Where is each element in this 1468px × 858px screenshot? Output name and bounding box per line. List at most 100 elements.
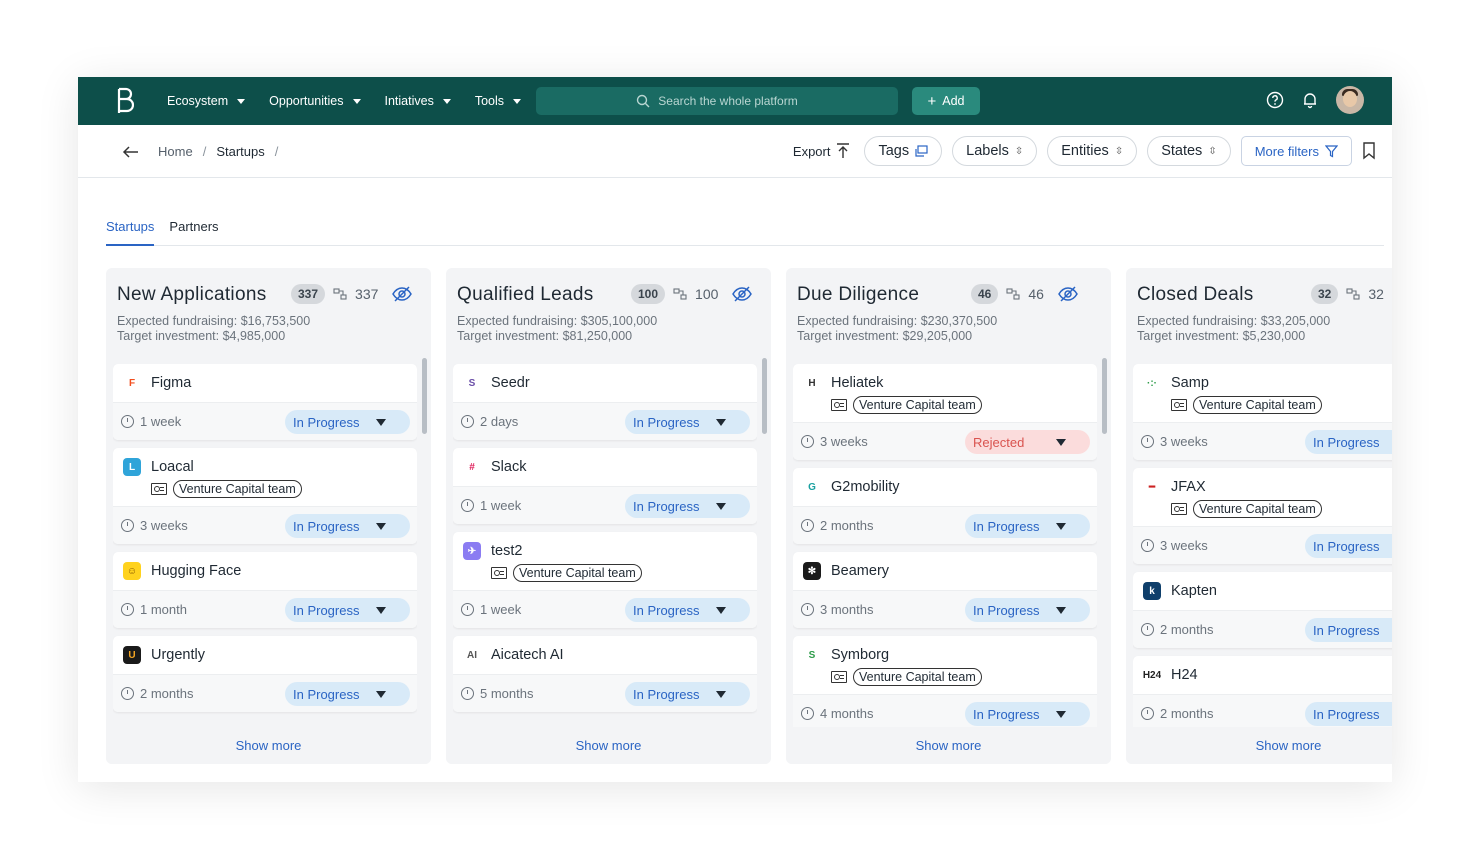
- startup-card[interactable]: G G2mobility 2 months In Progress: [793, 468, 1097, 544]
- status-dropdown[interactable]: In Progress: [1305, 430, 1392, 454]
- brand-logo-icon[interactable]: [116, 87, 135, 115]
- company-name[interactable]: JFAX: [1171, 479, 1206, 495]
- column-scrollbar[interactable]: [762, 358, 767, 434]
- column-scrollbar[interactable]: [422, 358, 427, 434]
- clock-icon: [1141, 623, 1154, 636]
- chevron-down-icon: [513, 98, 522, 104]
- team-tag[interactable]: Venture Capital team: [513, 564, 642, 582]
- nav-opportunities[interactable]: Opportunities: [269, 94, 361, 108]
- status-dropdown[interactable]: In Progress: [285, 682, 410, 706]
- team-tag[interactable]: Venture Capital team: [853, 396, 982, 414]
- status-dropdown[interactable]: In Progress: [965, 514, 1090, 538]
- hidden-eye-icon[interactable]: [1058, 286, 1078, 302]
- duration: 2 months: [820, 518, 874, 533]
- startup-card[interactable]: L Loacal Venture Capital team 3 weeks In Pro…: [113, 448, 417, 544]
- count-badge: 32: [1311, 284, 1339, 304]
- team-tag[interactable]: Venture Capital team: [1193, 396, 1322, 414]
- column-title: Due Diligence: [797, 284, 920, 305]
- company-name[interactable]: Hugging Face: [151, 563, 241, 579]
- status-dropdown[interactable]: In Progress: [625, 494, 750, 518]
- company-name[interactable]: H24: [1171, 667, 1198, 683]
- company-name[interactable]: Beamery: [831, 563, 889, 579]
- hidden-eye-icon[interactable]: [392, 286, 413, 302]
- hidden-eye-icon[interactable]: [732, 286, 753, 302]
- breadcrumb-home[interactable]: Home: [158, 144, 193, 159]
- status-dropdown[interactable]: In Progress: [1305, 534, 1392, 558]
- status-dropdown[interactable]: In Progress: [965, 702, 1090, 726]
- startup-card[interactable]: ━ JFAX Venture Capital team 3 weeks In Progr…: [1133, 468, 1392, 564]
- help-icon[interactable]: [1266, 91, 1284, 109]
- team-tag[interactable]: Venture Capital team: [1193, 500, 1322, 518]
- startup-card[interactable]: S Symborg Venture Capital team 4 months In P…: [793, 636, 1097, 727]
- tab-bar: Startups Partners: [106, 210, 1384, 246]
- company-name[interactable]: Seedr: [491, 375, 530, 391]
- startup-card[interactable]: U Urgently 2 months In Progress: [113, 636, 417, 712]
- card-header: AI Aicatech AI: [453, 636, 757, 674]
- startup-card[interactable]: F Figma 1 week In Progress: [113, 364, 417, 440]
- startup-card[interactable]: AI Aicatech AI 5 months In Progress: [453, 636, 757, 712]
- card-footer: 1 month In Progress: [113, 590, 417, 628]
- company-name[interactable]: Figma: [151, 375, 191, 391]
- startup-card[interactable]: # Slack 1 week In Progress: [453, 448, 757, 524]
- company-name[interactable]: Urgently: [151, 647, 205, 663]
- labels-filter[interactable]: Labels ⇳: [952, 136, 1038, 166]
- company-logo-icon: AI: [463, 646, 481, 664]
- show-more-button[interactable]: Show more: [786, 727, 1111, 764]
- status-dropdown[interactable]: In Progress: [625, 682, 750, 706]
- team-tag[interactable]: Venture Capital team: [173, 480, 302, 498]
- bell-icon[interactable]: [1301, 91, 1319, 109]
- status-dropdown[interactable]: Rejected: [965, 430, 1090, 454]
- company-name[interactable]: Slack: [491, 459, 526, 475]
- count-badge: 100: [631, 284, 666, 304]
- company-name[interactable]: test2: [491, 543, 522, 559]
- breadcrumb-current[interactable]: Startups: [216, 144, 264, 159]
- company-logo-icon: ━: [1143, 478, 1161, 496]
- team-row: Venture Capital team: [793, 394, 1097, 416]
- status-dropdown[interactable]: In Progress: [625, 410, 750, 434]
- breadcrumb: Home / Startups /: [122, 125, 278, 178]
- states-filter[interactable]: States ⇳: [1147, 136, 1231, 166]
- startup-card[interactable]: ·:· Samp Venture Capital team 3 weeks In Pro…: [1133, 364, 1392, 460]
- export-button[interactable]: Export: [793, 143, 851, 159]
- nav-initiatives[interactable]: Intiatives: [385, 94, 451, 108]
- company-name[interactable]: Loacal: [151, 459, 194, 475]
- column-scrollbar[interactable]: [1102, 358, 1107, 434]
- nav-tools[interactable]: Tools: [475, 94, 522, 108]
- startup-card[interactable]: H24 H24 2 months In Progress: [1133, 656, 1392, 727]
- status-dropdown[interactable]: In Progress: [285, 598, 410, 622]
- user-avatar[interactable]: [1336, 86, 1364, 114]
- startup-card[interactable]: k Kapten 2 months In Progress: [1133, 572, 1392, 648]
- startup-card[interactable]: ✈ test2 Venture Capital team 1 week In Progr…: [453, 532, 757, 628]
- show-more-button[interactable]: Show more: [106, 727, 431, 764]
- show-more-button[interactable]: Show more: [1126, 727, 1392, 764]
- startup-card[interactable]: ✻ Beamery 3 months In Progress: [793, 552, 1097, 628]
- company-name[interactable]: G2mobility: [831, 479, 900, 495]
- bookmark-icon[interactable]: [1362, 142, 1376, 160]
- nav-ecosystem[interactable]: Ecosystem: [167, 94, 246, 108]
- company-name[interactable]: Heliatek: [831, 375, 883, 391]
- team-tag[interactable]: Venture Capital team: [853, 668, 982, 686]
- status-dropdown[interactable]: In Progress: [1305, 618, 1392, 642]
- status-dropdown[interactable]: In Progress: [1305, 702, 1392, 726]
- tags-filter[interactable]: Tags: [864, 136, 943, 166]
- status-dropdown[interactable]: In Progress: [965, 598, 1090, 622]
- tab-startups[interactable]: Startups: [106, 210, 155, 246]
- company-name[interactable]: Aicatech AI: [491, 647, 564, 663]
- add-button[interactable]: + Add: [912, 87, 980, 115]
- startup-card[interactable]: S Seedr 2 days In Progress: [453, 364, 757, 440]
- status-dropdown[interactable]: In Progress: [285, 410, 410, 434]
- startup-card[interactable]: ☺ Hugging Face 1 month In Progress: [113, 552, 417, 628]
- card-header: G G2mobility: [793, 468, 1097, 506]
- status-dropdown[interactable]: In Progress: [625, 598, 750, 622]
- company-name[interactable]: Samp: [1171, 375, 1209, 391]
- more-filters-button[interactable]: More filters: [1240, 136, 1352, 166]
- global-search-input[interactable]: Search the whole platform: [536, 87, 898, 115]
- tab-partners[interactable]: Partners: [169, 210, 218, 246]
- startup-card[interactable]: H Heliatek Venture Capital team 3 weeks Reje…: [793, 364, 1097, 460]
- show-more-button[interactable]: Show more: [446, 727, 771, 764]
- entities-filter[interactable]: Entities ⇳: [1047, 136, 1138, 166]
- status-dropdown[interactable]: In Progress: [285, 514, 410, 538]
- company-name[interactable]: Kapten: [1171, 583, 1217, 599]
- company-name[interactable]: Symborg: [831, 647, 889, 663]
- back-arrow-icon[interactable]: [122, 145, 140, 159]
